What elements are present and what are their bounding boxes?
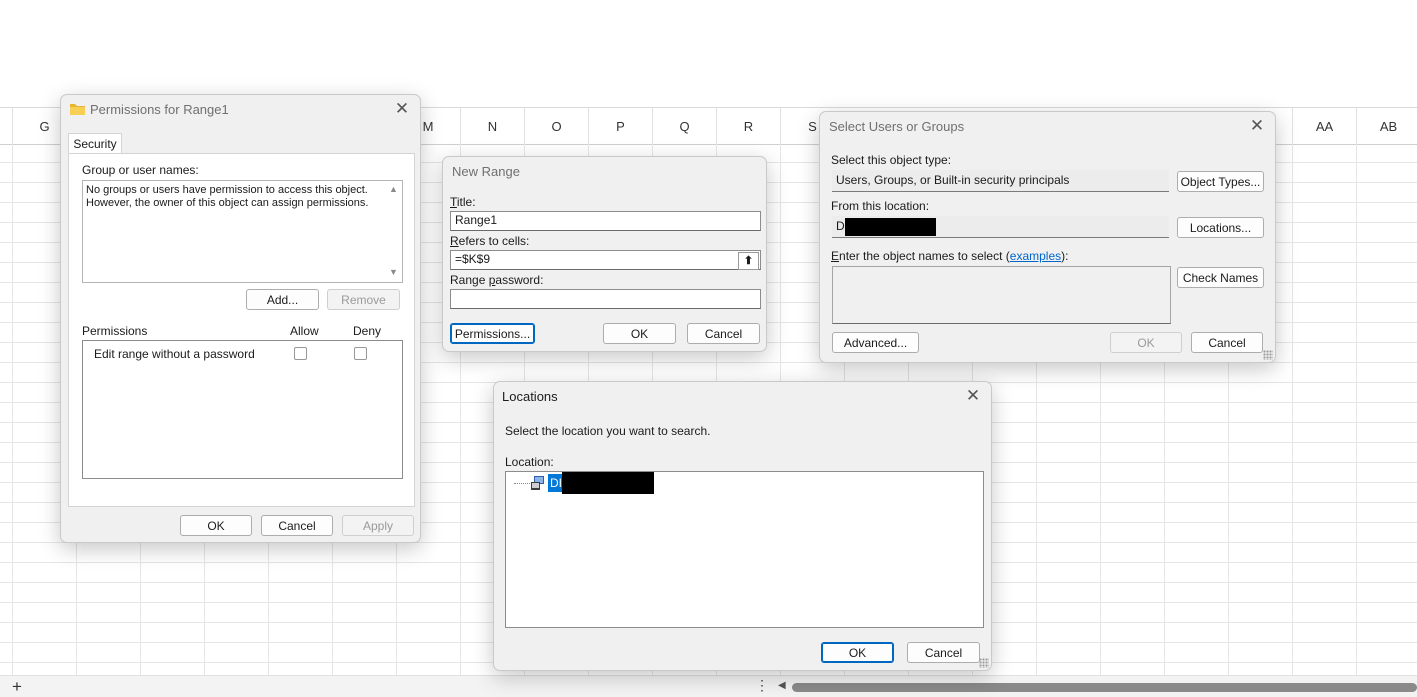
scroll-up-icon[interactable]: ▲: [389, 184, 398, 194]
scroll-down-icon[interactable]: ▼: [389, 267, 398, 277]
column-header-o[interactable]: O: [524, 108, 588, 144]
permission-edit-range-label: Edit range without a password: [94, 347, 255, 361]
cancel-button[interactable]: Cancel: [261, 515, 333, 536]
redacted-block: [562, 472, 654, 494]
refers-to-value: =$K$9: [455, 252, 491, 266]
group-names-message: No groups or users have permission to ac…: [86, 184, 369, 209]
close-icon[interactable]: ✕: [394, 100, 410, 118]
deny-checkbox[interactable]: [354, 347, 367, 360]
more-options-icon[interactable]: ⋮: [755, 677, 769, 694]
cancel-button[interactable]: Cancel: [687, 323, 760, 344]
location-tree[interactable]: DI: [505, 471, 984, 628]
locations-titlebar[interactable]: Locations ✕: [494, 382, 991, 412]
new-range-titlebar[interactable]: New Range: [443, 157, 766, 187]
redacted-block: [845, 218, 936, 236]
horizontal-scrollbar[interactable]: [792, 683, 1417, 692]
apply-button[interactable]: Apply: [342, 515, 414, 536]
object-type-label: Select this object type:: [831, 153, 952, 167]
examples-link[interactable]: examples: [1010, 249, 1061, 263]
permissions-dialog: Permissions for Range1 ✕ Security Group …: [60, 94, 421, 543]
add-sheet-icon[interactable]: +: [12, 677, 22, 696]
refers-to-input[interactable]: =$K$9 ⬆: [450, 250, 761, 270]
ok-button[interactable]: OK: [821, 642, 894, 663]
tree-connector: [514, 483, 530, 484]
allow-column-label: Allow: [290, 324, 319, 338]
range-password-label: Range password:: [450, 273, 544, 287]
enter-object-names-label: Enter the object names to select (exampl…: [831, 249, 1069, 263]
folder-icon: [70, 104, 85, 115]
column-header-p[interactable]: P: [588, 108, 652, 144]
remove-button[interactable]: Remove: [327, 289, 400, 310]
resize-grip[interactable]: [1263, 350, 1273, 360]
select-users-dialog: Select Users or Groups ✕ Select this obj…: [819, 111, 1276, 363]
advanced-button[interactable]: Advanced...: [832, 332, 919, 353]
deny-column-label: Deny: [353, 324, 382, 338]
locations-button[interactable]: Locations...: [1177, 217, 1264, 238]
close-icon[interactable]: ✕: [1249, 117, 1265, 135]
directory-icon: [531, 476, 544, 490]
group-names-scrollbar[interactable]: ▲ ▼: [385, 181, 402, 280]
object-names-input[interactable]: [832, 266, 1171, 324]
permissions-title: Permissions for Range1: [90, 102, 229, 117]
locations-dialog: Locations ✕ Select the location you want…: [493, 381, 992, 671]
locations-instruction: Select the location you want to search.: [505, 424, 711, 438]
from-location-label: From this location:: [831, 199, 930, 213]
refers-to-label: Refers to cells:: [450, 234, 530, 248]
permissions-button[interactable]: Permissions...: [450, 323, 535, 344]
allow-checkbox[interactable]: [294, 347, 307, 360]
column-header-n[interactable]: N: [460, 108, 524, 144]
select-users-titlebar[interactable]: Select Users or Groups ✕: [820, 112, 1275, 142]
ok-button[interactable]: OK: [1110, 332, 1182, 353]
new-range-title: New Range: [452, 164, 520, 179]
object-types-button[interactable]: Object Types...: [1177, 171, 1264, 192]
select-users-title: Select Users or Groups: [829, 119, 965, 134]
close-icon[interactable]: ✕: [965, 387, 981, 405]
location-field: DI: [832, 216, 1169, 238]
column-header-r[interactable]: R: [716, 108, 780, 144]
security-panel: Group or user names: No groups or users …: [68, 153, 415, 507]
column-header-ab[interactable]: AB: [1356, 108, 1417, 144]
group-names-list[interactable]: No groups or users have permission to ac…: [82, 180, 403, 283]
permissions-titlebar[interactable]: Permissions for Range1 ✕: [61, 95, 420, 125]
cancel-button[interactable]: Cancel: [1191, 332, 1263, 353]
tab-security[interactable]: Security: [68, 133, 122, 154]
ok-button[interactable]: OK: [603, 323, 676, 344]
scroll-left-icon[interactable]: ◀: [778, 680, 786, 691]
ok-button[interactable]: OK: [180, 515, 252, 536]
title-field-label: Title:: [450, 195, 476, 209]
title-input[interactable]: Range1: [450, 211, 761, 231]
check-names-button[interactable]: Check Names: [1177, 267, 1264, 288]
cancel-button[interactable]: Cancel: [907, 642, 980, 663]
add-button[interactable]: Add...: [246, 289, 319, 310]
resize-grip[interactable]: [979, 658, 989, 668]
location-label: Location:: [505, 455, 554, 469]
tree-item-directory[interactable]: DI: [514, 472, 664, 494]
collapse-dialog-icon[interactable]: ⬆: [738, 252, 759, 270]
permissions-label: Permissions: [82, 324, 148, 338]
locations-title: Locations: [502, 389, 558, 404]
group-names-label: Group or user names:: [82, 163, 199, 177]
column-header-aa[interactable]: AA: [1292, 108, 1356, 144]
object-type-field: Users, Groups, or Built-in security prin…: [832, 170, 1169, 192]
new-range-dialog: New Range Title: Range1 Refers to cells:…: [442, 156, 767, 352]
range-password-input[interactable]: [450, 289, 761, 309]
permissions-list: Edit range without a password: [82, 340, 403, 479]
column-header-q[interactable]: Q: [652, 108, 716, 144]
sheet-tab-bar: + ⋮ ◀: [0, 675, 1417, 697]
